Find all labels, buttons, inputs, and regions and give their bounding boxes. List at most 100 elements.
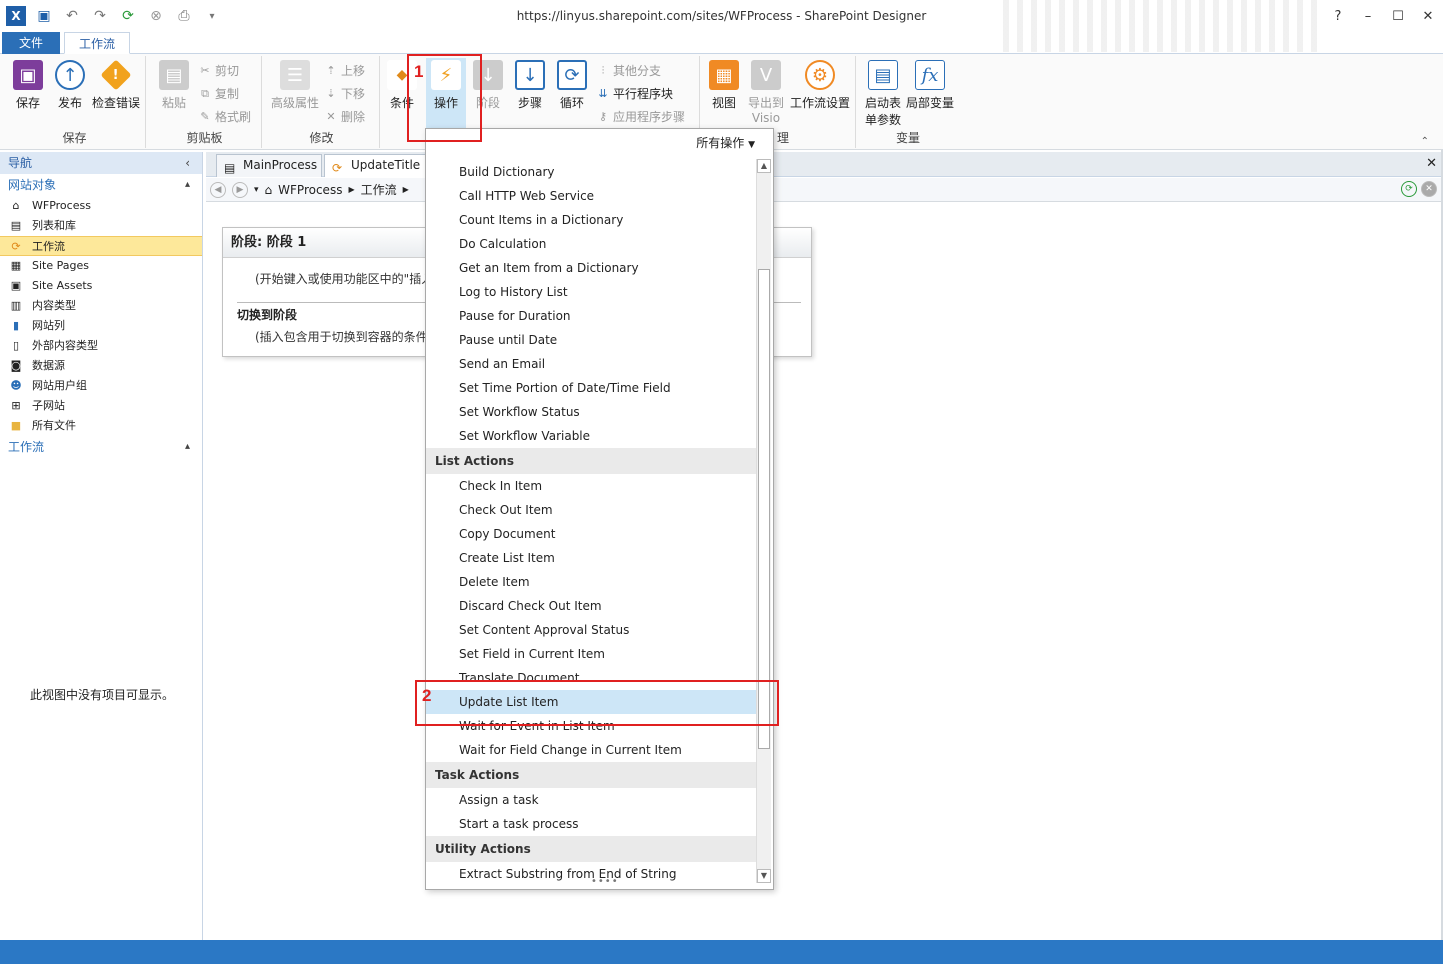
collapse-nav-icon[interactable]: ‹: [185, 152, 190, 174]
local-variables-button[interactable]: fx 局部变量: [906, 60, 954, 111]
list-actions-header: List Actions: [426, 448, 756, 474]
sidebar-item-site-assets[interactable]: ▣ Site Assets: [0, 276, 202, 296]
views-button[interactable]: ▦ 视图: [704, 60, 744, 111]
tab-updatetitle[interactable]: ⟳ UpdateTitle: [324, 154, 426, 177]
cut-button[interactable]: ✂ 剪切: [198, 62, 239, 79]
move-up-button[interactable]: ⇡ 上移: [324, 62, 365, 79]
move-down-button[interactable]: ⇣ 下移: [324, 85, 365, 102]
workflow-settings-button[interactable]: ⚙ 工作流设置: [788, 60, 852, 111]
action-set-time-portion[interactable]: Set Time Portion of Date/Time Field: [426, 376, 756, 400]
tab-workflow[interactable]: 工作流: [64, 32, 130, 54]
action-do-calculation[interactable]: Do Calculation: [426, 232, 756, 256]
action-check-in-item[interactable]: Check In Item: [426, 474, 756, 498]
action-get-item-dictionary[interactable]: Get an Item from a Dictionary: [426, 256, 756, 280]
workflow-canvas: 阶段: 阶段 1 (开始键入或使用功能区中的"插入"组。) 切换到阶段 (插入包…: [206, 203, 1443, 940]
help-button[interactable]: ?: [1323, 4, 1353, 28]
sidebar-item-label: Site Assets: [32, 279, 93, 292]
form-params-icon: ▤: [868, 60, 898, 90]
site-objects-header[interactable]: 网站对象 ▴: [0, 174, 202, 196]
action-set-workflow-variable[interactable]: Set Workflow Variable: [426, 424, 756, 448]
scroll-up-icon[interactable]: ▲: [757, 159, 771, 173]
sidebar-item-site-columns[interactable]: ▮ 网站列: [0, 316, 202, 336]
stop-icon[interactable]: ✕: [1421, 181, 1437, 197]
init-form-params-button[interactable]: ▤ 启动表 单参数: [860, 60, 906, 128]
action-build-dictionary[interactable]: Build Dictionary: [426, 160, 756, 184]
action-wait-field-change[interactable]: Wait for Field Change in Current Item: [426, 738, 756, 762]
tab-file[interactable]: 文件: [2, 32, 60, 54]
breadcrumb-workflows[interactable]: 工作流: [361, 181, 397, 198]
parallel-block-button[interactable]: ⇊ 平行程序块: [596, 85, 673, 102]
breadcrumb-root[interactable]: WFProcess: [278, 183, 342, 197]
refresh-icon[interactable]: ⟳: [1401, 181, 1417, 197]
tab-mainprocess[interactable]: ▤ MainProcess: [216, 154, 322, 177]
action-discard-check-out[interactable]: Discard Check Out Item: [426, 594, 756, 618]
nav-header-label: 导航: [8, 156, 33, 170]
forward-icon[interactable]: ▶: [232, 181, 248, 198]
action-create-list-item[interactable]: Create List Item: [426, 546, 756, 570]
sidebar-item-content-types[interactable]: ▥ 内容类型: [0, 296, 202, 316]
transition-hint[interactable]: (插入包含用于切换到容器的条件和操作。): [255, 328, 425, 345]
sidebar-item-lists[interactable]: ▤ 列表和库: [0, 216, 202, 236]
step-button[interactable]: ↓ 步骤: [510, 60, 550, 111]
advanced-properties-button[interactable]: ☰ 高级属性: [268, 60, 322, 111]
content-type-icon: ▥: [10, 299, 22, 312]
sidebar-item-subsites[interactable]: ⊞ 子网站: [0, 396, 202, 416]
maximize-button[interactable]: ☐: [1383, 4, 1413, 28]
action-call-http[interactable]: Call HTTP Web Service: [426, 184, 756, 208]
sidebar-item-site-pages[interactable]: ▦ Site Pages: [0, 256, 202, 276]
key-icon: ⚷: [598, 110, 608, 123]
sidebar-item-all-files[interactable]: ■ 所有文件: [0, 416, 202, 436]
action-start-task-process[interactable]: Start a task process: [426, 812, 756, 836]
else-branch-button[interactable]: ⫶ 其他分支: [596, 62, 661, 79]
clipboard-group: ▤ 粘贴 ✂ 剪切 ⧉ 复制 ✎ 格式刷 剪贴板: [148, 56, 262, 148]
export-visio-button[interactable]: V 导出到 Visio: [746, 60, 786, 125]
dropdown-scrollbar[interactable]: ▲ ▼: [756, 159, 771, 883]
action-send-email[interactable]: Send an Email: [426, 352, 756, 376]
paste-button[interactable]: ▤ 粘贴: [152, 60, 196, 111]
action-set-field-current-item[interactable]: Set Field in Current Item: [426, 642, 756, 666]
action-set-workflow-status[interactable]: Set Workflow Status: [426, 400, 756, 424]
minimize-button[interactable]: –: [1353, 4, 1383, 28]
action-log-history[interactable]: Log to History List: [426, 280, 756, 304]
action-count-items[interactable]: Count Items in a Dictionary: [426, 208, 756, 232]
filter-dropdown[interactable]: 所有操作 ▼: [696, 134, 755, 151]
save-button[interactable]: ▣ 保存: [6, 60, 50, 111]
copy-button[interactable]: ⧉ 复制: [198, 85, 239, 102]
close-button[interactable]: ✕: [1413, 4, 1443, 28]
publish-button[interactable]: ↑ 发布: [48, 60, 92, 111]
loop-button[interactable]: ⟳ 循环: [552, 60, 592, 111]
stage-hint[interactable]: (开始键入或使用功能区中的"插入"组。): [255, 270, 425, 287]
workflows-section-header[interactable]: 工作流 ▴: [0, 436, 202, 458]
action-delete-item[interactable]: Delete Item: [426, 570, 756, 594]
folder-icon: ■: [10, 419, 22, 432]
check-errors-button[interactable]: ! 检查错误: [88, 59, 144, 111]
scroll-down-icon[interactable]: ▼: [757, 869, 771, 883]
collapse-ribbon-icon[interactable]: ⌃: [1421, 136, 1429, 147]
back-icon[interactable]: ◀: [210, 181, 226, 198]
sidebar-item-wfprocess[interactable]: ⌂ WFProcess: [0, 196, 202, 216]
sidebar-item-data-sources[interactable]: ◙ 数据源: [0, 356, 202, 376]
delete-icon: ✕: [326, 110, 336, 123]
home-icon: ⌂: [12, 199, 20, 212]
paste-label: 粘贴: [161, 96, 186, 110]
delete-button[interactable]: ✕ 删除: [324, 108, 365, 125]
resize-grip-icon[interactable]: ••••: [591, 876, 619, 887]
chevron-down-icon: ▼: [748, 140, 755, 150]
history-dropdown-icon[interactable]: ▾: [254, 185, 259, 195]
app-step-button[interactable]: ⚷ 应用程序步骤: [596, 108, 685, 125]
format-painter-button[interactable]: ✎ 格式刷: [198, 108, 251, 125]
action-assign-task[interactable]: Assign a task: [426, 788, 756, 812]
action-copy-document[interactable]: Copy Document: [426, 522, 756, 546]
action-check-out-item[interactable]: Check Out Item: [426, 498, 756, 522]
scroll-thumb[interactable]: [758, 269, 770, 749]
move-up-label: 上移: [341, 64, 366, 78]
breadcrumb-separator-icon: ▶: [348, 185, 355, 194]
action-pause-until-date[interactable]: Pause until Date: [426, 328, 756, 352]
sidebar-item-site-groups[interactable]: ☻ 网站用户组: [0, 376, 202, 396]
close-document-icon[interactable]: ✕: [1426, 156, 1437, 171]
list-icon: ▤: [10, 219, 22, 232]
action-pause-duration[interactable]: Pause for Duration: [426, 304, 756, 328]
action-set-content-approval[interactable]: Set Content Approval Status: [426, 618, 756, 642]
sidebar-item-external-content[interactable]: ▯ 外部内容类型: [0, 336, 202, 356]
sidebar-item-workflows[interactable]: ⟳ 工作流: [0, 236, 202, 256]
